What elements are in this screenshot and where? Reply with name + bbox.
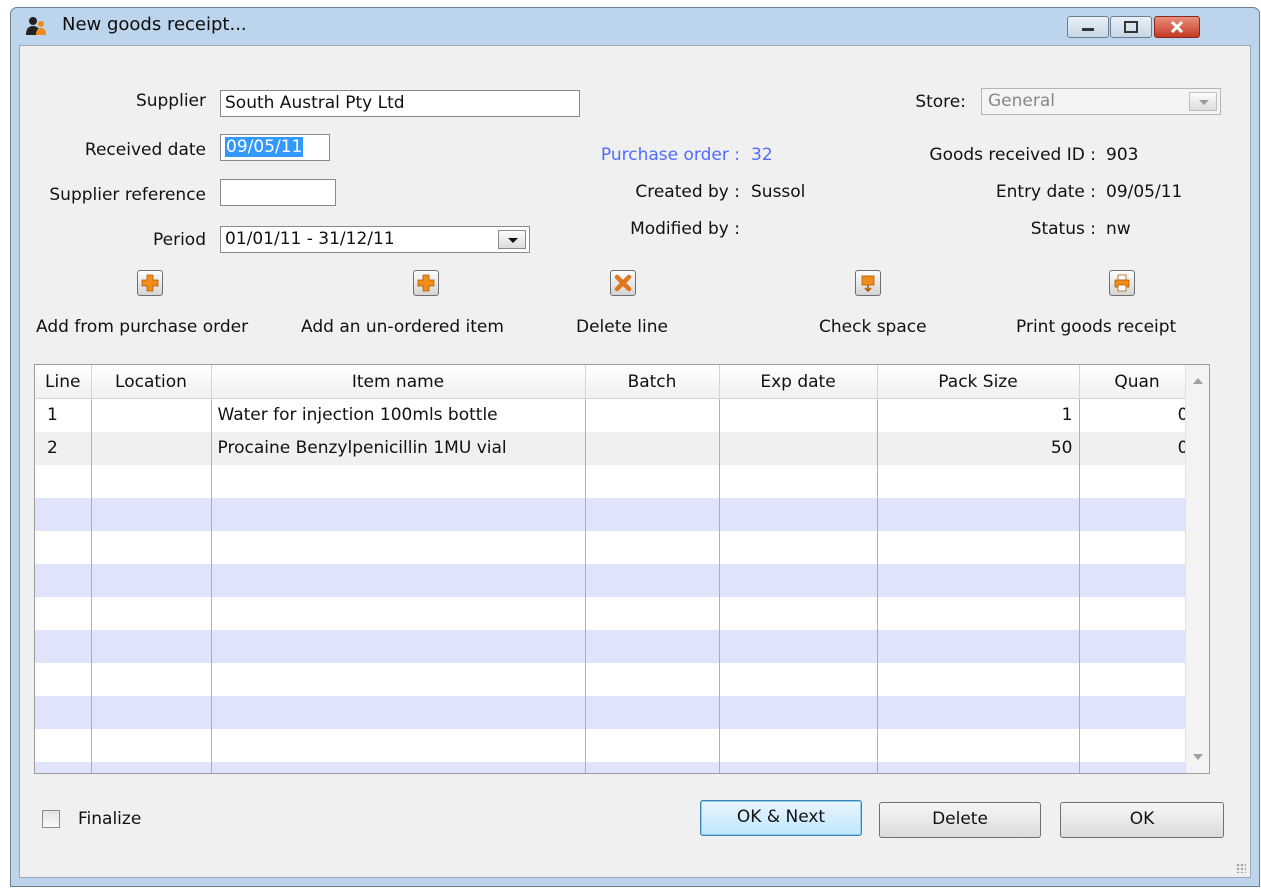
entry-date-label: Entry date : (995, 182, 1096, 202)
received-date-input[interactable]: 09/05/11 (220, 134, 330, 161)
cell-pack-size: 50 (877, 431, 1080, 465)
plus-icon (417, 274, 435, 292)
add-unordered-item-button[interactable] (413, 270, 439, 296)
cell-quantity: 0 (1079, 431, 1196, 465)
empty-row[interactable] (35, 563, 1196, 597)
empty-row[interactable] (35, 695, 1196, 729)
title-bar[interactable]: New goods receipt... (11, 8, 1259, 43)
column-header-quantity[interactable]: Quan (1079, 365, 1196, 399)
dialog-body: Supplier South Austral Pty Ltd Received … (19, 45, 1251, 878)
printer-icon (1114, 274, 1130, 292)
supplier-reference-input[interactable] (220, 179, 336, 206)
empty-row[interactable] (35, 629, 1196, 663)
period-value: 01/01/11 - 31/12/11 (225, 229, 395, 249)
chevron-down-icon (1189, 92, 1217, 111)
cell-exp-date (719, 431, 878, 465)
table-row[interactable]: 2 Procaine Benzylpenicillin 1MU vial 50 … (35, 431, 1196, 465)
x-icon (614, 274, 632, 292)
cell-batch (585, 431, 720, 465)
empty-row[interactable] (35, 662, 1196, 696)
print-goods-receipt-label[interactable]: Print goods receipt (1016, 317, 1176, 337)
cell-item-name: Water for injection 100mls bottle (211, 398, 586, 432)
box-arrow-icon (861, 275, 875, 292)
empty-row[interactable] (35, 497, 1196, 531)
cell-location (91, 431, 212, 465)
table-row[interactable]: 1 Water for injection 100mls bottle 1 0 (35, 398, 1196, 432)
ok-next-button[interactable]: OK & Next (700, 800, 862, 836)
column-header-batch[interactable]: Batch (585, 365, 720, 399)
created-by-value: Sussol (751, 182, 806, 202)
store-value: General (988, 91, 1055, 111)
empty-row[interactable] (35, 728, 1196, 762)
empty-row[interactable] (35, 530, 1196, 564)
cell-pack-size: 1 (877, 398, 1080, 432)
modified-by-label: Modified by : (630, 219, 740, 239)
period-label: Period (152, 230, 206, 250)
maximize-icon (1124, 21, 1138, 33)
column-header-pack-size[interactable]: Pack Size (877, 365, 1080, 399)
finalize-checkbox[interactable] (42, 810, 60, 828)
supplier-input[interactable]: South Austral Pty Ltd (220, 90, 580, 117)
close-icon (1170, 20, 1184, 34)
cell-line: 2 (35, 431, 92, 465)
goods-received-id-value: 903 (1106, 145, 1139, 165)
purchase-order-label: Purchase order : (600, 145, 740, 165)
cell-batch (585, 398, 720, 432)
cell-location (91, 398, 212, 432)
add-unordered-item-label[interactable]: Add an un-ordered item (301, 317, 504, 337)
cell-exp-date (719, 398, 878, 432)
purchase-order-value: 32 (751, 145, 773, 165)
table-header: Line Location Item name Batch Exp date P… (35, 365, 1196, 399)
column-header-item-name[interactable]: Item name (211, 365, 586, 399)
add-from-purchase-order-label[interactable]: Add from purchase order (36, 317, 248, 337)
delete-line-button[interactable] (610, 270, 636, 296)
empty-row[interactable] (35, 761, 1196, 773)
entry-date-value: 09/05/11 (1106, 182, 1183, 202)
received-date-value: 09/05/11 (225, 137, 304, 157)
print-goods-receipt-button[interactable] (1109, 270, 1135, 296)
created-by-label: Created by : (635, 182, 740, 202)
status-label: Status : (1030, 219, 1096, 239)
supplier-label: Supplier (135, 91, 206, 111)
scroll-up-icon[interactable] (1193, 378, 1203, 384)
maximize-button[interactable] (1110, 16, 1152, 38)
column-header-line[interactable]: Line (35, 365, 92, 399)
column-header-exp-date[interactable]: Exp date (719, 365, 878, 399)
supplier-reference-label: Supplier reference (49, 185, 206, 205)
column-header-location[interactable]: Location (91, 365, 212, 399)
status-value: nw (1106, 219, 1131, 239)
goods-receipt-window: New goods receipt... Supplier South Aust… (10, 7, 1260, 887)
finalize-label[interactable]: Finalize (78, 809, 141, 829)
scroll-down-icon[interactable] (1193, 754, 1203, 760)
receipt-lines-table[interactable]: Line Location Item name Batch Exp date P… (34, 364, 1210, 774)
minimize-icon (1082, 28, 1094, 31)
period-select[interactable]: 01/01/11 - 31/12/11 (220, 226, 530, 253)
minimize-button[interactable] (1067, 16, 1109, 38)
add-from-purchase-order-button[interactable] (137, 270, 163, 296)
goods-received-id-label: Goods received ID : (929, 145, 1096, 165)
store-label: Store: (915, 92, 966, 112)
ok-button[interactable]: OK (1060, 802, 1224, 838)
delete-button[interactable]: Delete (879, 802, 1041, 838)
resize-grip-icon[interactable] (1236, 863, 1246, 873)
vertical-scrollbar[interactable] (1185, 365, 1209, 773)
cell-quantity: 0 (1079, 398, 1196, 432)
delete-line-label[interactable]: Delete line (576, 317, 668, 337)
window-title: New goods receipt... (62, 14, 247, 35)
empty-row[interactable] (35, 596, 1196, 630)
plus-icon (141, 274, 159, 292)
users-icon (26, 17, 46, 35)
close-button[interactable] (1154, 16, 1200, 38)
lines-table: Line Location Item name Batch Exp date P… (35, 365, 1196, 773)
empty-row[interactable] (35, 464, 1196, 498)
cell-line: 1 (35, 398, 92, 432)
cell-item-name: Procaine Benzylpenicillin 1MU vial (211, 431, 586, 465)
store-select: General (981, 88, 1221, 115)
received-date-label: Received date (84, 140, 206, 160)
check-space-label[interactable]: Check space (819, 317, 927, 337)
check-space-button[interactable] (855, 270, 881, 296)
